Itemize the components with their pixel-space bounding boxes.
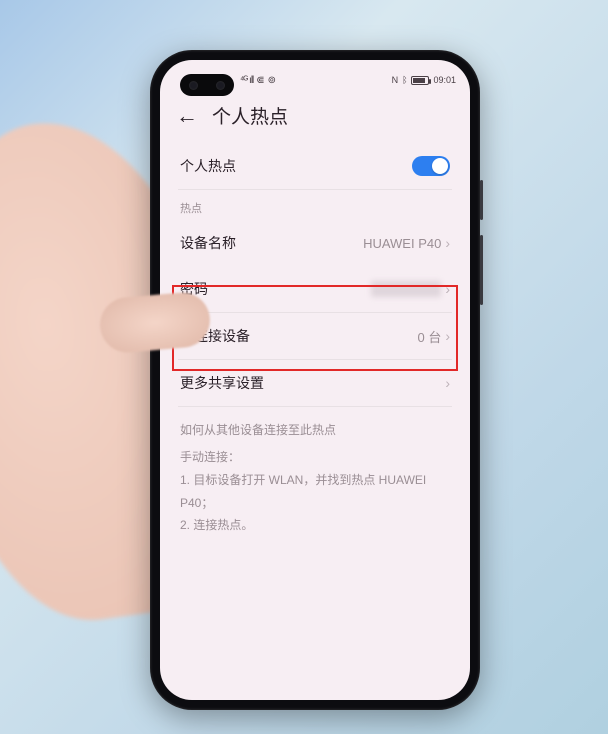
signal-icon: ⁴ᴳ ıll [240,75,253,86]
connected-devices-row[interactable]: 已连接设备 0 台 › [178,313,452,360]
status-time: 09:01 [433,75,456,85]
info-step-1: 1. 目标设备打开 WLAN，并找到热点 HUAWEI P40； [180,469,450,515]
nfc-icon: N [392,75,399,85]
connected-value: 0 台 [417,327,441,346]
info-step-2: 2. 连接热点。 [180,514,450,537]
more-share-label: 更多共享设置 [180,373,264,393]
header: ← 个人热点 [160,94,470,143]
wifi-icon: ⋐ [256,75,264,86]
info-body: 手动连接： 1. 目标设备打开 WLAN，并找到热点 HUAWEI P40； 2… [178,446,452,537]
bluetooth-icon: ᛒ [402,75,407,85]
info-title: 如何从其他设备连接至此热点 [178,407,452,446]
hotspot-toggle-row[interactable]: 个人热点 [178,143,452,190]
info-sub: 手动连接： [180,446,450,469]
camera-cutout [180,74,234,96]
hotspot-toggle-switch[interactable] [412,156,450,176]
more-share-row[interactable]: 更多共享设置 › [178,360,452,407]
password-row[interactable]: 密码 › [178,266,452,313]
chevron-right-icon: › [445,328,450,344]
chevron-right-icon: › [445,375,450,391]
back-button[interactable]: ← [176,105,198,127]
device-name-value: HUAWEI P40 [363,236,441,251]
chevron-right-icon: › [445,235,450,251]
device-name-label: 设备名称 [180,233,236,253]
page-title: 个人热点 [212,102,288,129]
hotspot-toggle-label: 个人热点 [180,156,236,176]
chevron-right-icon: › [445,281,450,297]
battery-icon [411,76,429,85]
device-name-row[interactable]: 设备名称 HUAWEI P40 › [178,220,452,266]
section-label-hotspot: 热点 [178,190,452,220]
hotspot-icon: ⊚ [268,75,276,86]
password-value-hidden [371,281,441,297]
